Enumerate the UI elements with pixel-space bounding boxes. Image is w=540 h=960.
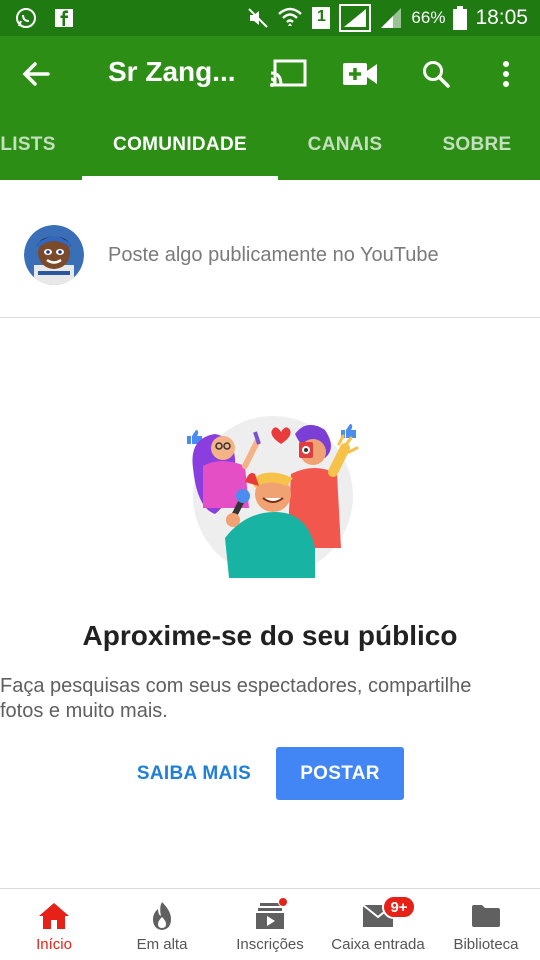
bottom-navigation: Início Em alta Inscrições Caixa entrada …	[0, 888, 540, 960]
cast-button[interactable]	[268, 54, 308, 94]
new-content-dot	[278, 897, 288, 907]
channel-tabs: LISTS COMUNIDADE CANAIS SOBRE	[0, 110, 540, 180]
nav-item-biblioteca[interactable]: Biblioteca	[432, 889, 540, 960]
nav-label: Início	[36, 936, 72, 953]
mute-icon	[247, 7, 269, 29]
trending-flame-icon	[146, 901, 178, 931]
nav-item-inscricoes[interactable]: Inscrições	[216, 889, 324, 960]
nav-item-em-alta[interactable]: Em alta	[108, 889, 216, 960]
cast-icon	[270, 59, 307, 87]
search-button[interactable]	[416, 54, 456, 94]
nav-label: Biblioteca	[453, 936, 519, 953]
battery-icon	[453, 6, 468, 30]
whatsapp-icon	[14, 6, 38, 30]
tab-comunidade[interactable]: COMUNIDADE	[82, 110, 278, 180]
nav-label: Em alta	[136, 936, 188, 953]
wifi-icon	[277, 6, 303, 30]
clock: 18:05	[475, 6, 528, 29]
avatar	[24, 225, 84, 285]
app-bar: Sr Zang...	[0, 36, 540, 110]
signal-icon	[339, 4, 372, 32]
tab-canais[interactable]: CANAIS	[290, 110, 400, 180]
status-bar: 1 66% 18:05	[0, 0, 540, 36]
facebook-icon	[54, 8, 74, 28]
home-icon	[38, 901, 70, 931]
folder-icon	[470, 901, 502, 931]
back-button[interactable]	[18, 56, 54, 92]
post-prompt-placeholder[interactable]: Poste algo publicamente no YouTube	[108, 244, 439, 267]
empty-state-headline: Aproxime-se do seu público	[82, 620, 458, 651]
video-add-icon	[343, 63, 377, 85]
more-vert-icon	[503, 61, 509, 87]
tab-sobre[interactable]: SOBRE	[426, 110, 528, 180]
upload-video-button[interactable]	[340, 54, 380, 94]
nav-item-inicio[interactable]: Início	[0, 889, 108, 960]
search-icon	[423, 61, 450, 88]
nav-item-caixa-entrada[interactable]: Caixa entrada	[324, 889, 432, 960]
sim-icon: 1	[311, 6, 331, 30]
signal-icon	[379, 6, 403, 30]
tab-lists[interactable]: LISTS	[0, 110, 68, 180]
community-illustration	[175, 408, 365, 578]
nav-label: Caixa entrada	[331, 936, 425, 953]
learn-more-button[interactable]: SAIBA MAIS	[126, 748, 262, 800]
battery-percent: 66%	[411, 8, 446, 27]
post-button[interactable]: POSTAR	[276, 747, 404, 800]
inbox-count-badge: 9+	[382, 895, 416, 919]
back-arrow-icon	[22, 62, 50, 86]
empty-state-description: Faça pesquisas com seus espectadores, co…	[0, 675, 472, 722]
more-options-button[interactable]	[486, 54, 526, 94]
community-post-box[interactable]: Poste algo publicamente no YouTube	[0, 180, 540, 318]
channel-title: Sr Zang...	[108, 56, 236, 87]
nav-label: Inscrições	[236, 936, 304, 953]
